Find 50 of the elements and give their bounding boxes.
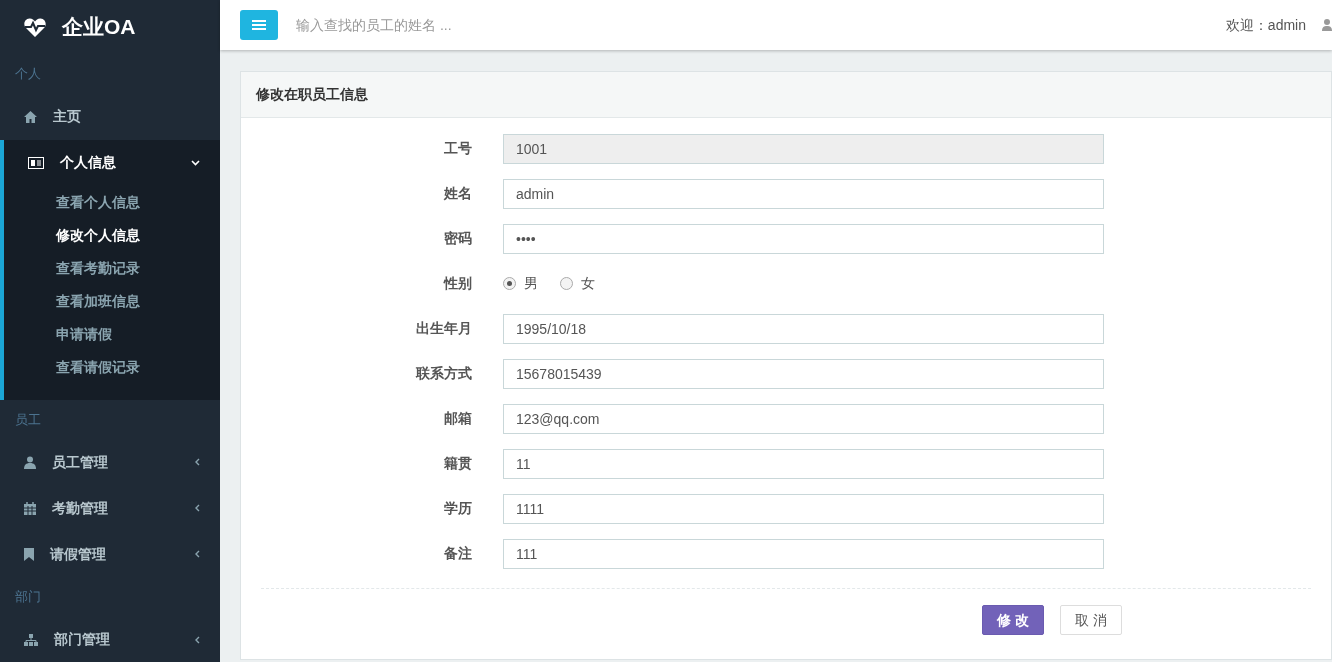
input-field[interactable]: 1995/10/18	[503, 313, 1104, 344]
input-field[interactable]: 1111	[503, 493, 1104, 524]
sidebar-section-header: 员工	[14, 410, 42, 429]
user-icon[interactable]	[1322, 19, 1332, 31]
bookmark-icon	[24, 547, 34, 561]
sidebar-item[interactable]: 员工管理	[0, 439, 220, 485]
submenu-link[interactable]: 查看请假记录	[4, 350, 220, 384]
field-label: 密码	[443, 229, 473, 248]
field-label: 备注	[443, 544, 473, 563]
sitemap-icon	[24, 633, 38, 646]
sidebar-item[interactable]: 部门管理	[0, 616, 220, 662]
password-field[interactable]: ••••	[503, 223, 1104, 254]
input-field[interactable]: 111	[503, 538, 1104, 569]
sidebar-section-header: 部门	[14, 588, 42, 606]
field-label: 性别	[442, 274, 473, 293]
field-label: 姓名	[443, 184, 473, 203]
field-label: 工号	[443, 139, 473, 158]
calendar-icon	[24, 501, 36, 515]
cancel-button[interactable]: 取 消	[1060, 605, 1122, 635]
field-label: 籍贯	[443, 454, 473, 473]
menu-button[interactable]	[240, 10, 278, 40]
id-card-icon	[28, 156, 44, 169]
user-icon	[24, 455, 36, 469]
submenu-link[interactable]: 查看考勤记录	[4, 251, 220, 285]
app-title: 企业OA	[62, 14, 136, 41]
field-label: 学历	[443, 499, 473, 518]
field-label: 联系方式	[414, 364, 473, 383]
welcome-text: 欢迎：admin	[1225, 15, 1306, 35]
sidebar-item[interactable]: 考勤管理	[0, 485, 220, 531]
submit-button[interactable]: 修 改	[982, 605, 1044, 635]
menu-icon	[252, 19, 266, 31]
input-field[interactable]: 11	[503, 448, 1104, 479]
panel-title: 修改在职员工信息	[241, 72, 1331, 118]
input-field[interactable]: 123@qq.com	[503, 403, 1104, 434]
heart-pulse-icon	[24, 17, 46, 37]
submenu-link[interactable]: 修改个人信息	[4, 218, 220, 252]
submenu-link[interactable]: 申请请假	[4, 317, 220, 351]
home-icon	[24, 110, 37, 123]
submenu-link[interactable]: 查看加班信息	[4, 284, 220, 318]
submenu-link[interactable]: 查看个人信息	[4, 185, 220, 219]
sidebar-section-header: 个人	[14, 65, 42, 83]
sidebar-item[interactable]: 主页	[0, 93, 220, 140]
radio-option[interactable]: 女	[560, 273, 595, 294]
field-label: 出生年月	[415, 319, 473, 338]
radio-option[interactable]: 男	[503, 273, 538, 294]
sidebar-item[interactable]: 请假管理	[0, 531, 220, 577]
input-field[interactable]: admin	[503, 178, 1104, 209]
field-label: 邮箱	[443, 409, 473, 428]
input-field[interactable]: 15678015439	[503, 358, 1104, 389]
sidebar-item[interactable]: 个人信息	[4, 139, 220, 186]
